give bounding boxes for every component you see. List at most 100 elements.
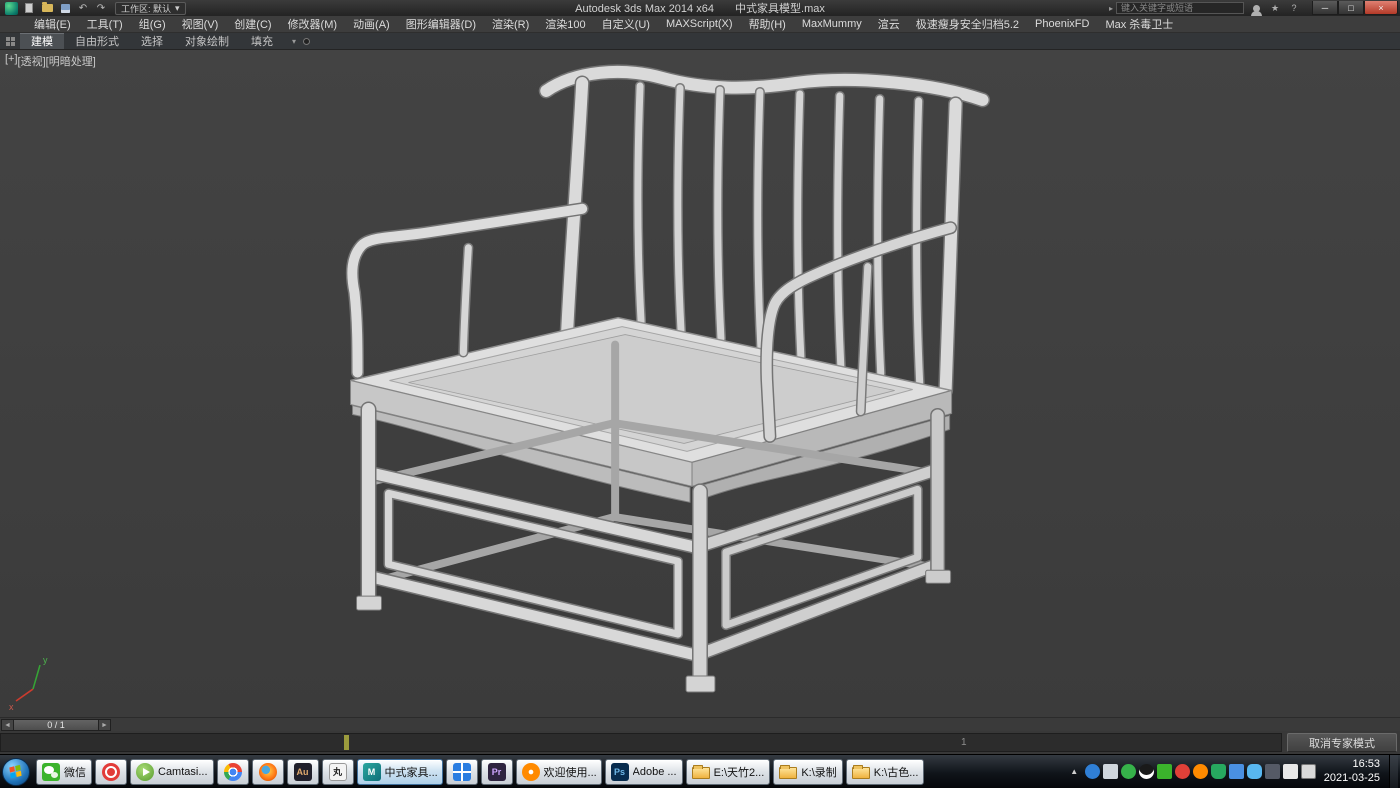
- viewport-general-menu[interactable]: [+]: [5, 53, 18, 69]
- menu-phoenixfd[interactable]: PhoenixFD: [1027, 17, 1097, 31]
- menu-graph-editors[interactable]: 图形编辑器(D): [398, 15, 484, 33]
- taskbar-folder-k2-button[interactable]: K:\古色...: [846, 759, 925, 785]
- menu-group[interactable]: 组(G): [131, 15, 174, 33]
- audition-icon: Au: [294, 763, 312, 781]
- menu-render100[interactable]: 渲染100: [537, 15, 593, 33]
- save-file-button[interactable]: [57, 2, 73, 15]
- taskbar-3dsmax-button[interactable]: M 中式家具...: [357, 759, 443, 785]
- axis-y-label: y: [43, 655, 48, 665]
- tray-icon-green[interactable]: [1121, 764, 1136, 779]
- taskbar-clock[interactable]: 16:53 2021-03-25: [1324, 758, 1380, 784]
- frame-tick-label: 1: [961, 737, 967, 748]
- menu-rendercloud[interactable]: 渲云: [870, 15, 908, 33]
- tiles-app-icon: [453, 763, 471, 781]
- taskbar-wechat-button[interactable]: 微信: [36, 759, 92, 785]
- tray-qq-icon[interactable]: [1139, 764, 1154, 779]
- time-slider[interactable]: ◄ 0 / 1 ►: [1, 719, 111, 731]
- menu-maxscript[interactable]: MAXScript(X): [658, 17, 741, 31]
- tray-icon-blue[interactable]: [1085, 764, 1100, 779]
- redo-button[interactable]: ↷: [93, 2, 109, 15]
- quick-access-toolbar: ↶ ↷: [21, 2, 109, 15]
- tray-expand-icon[interactable]: ▲: [1067, 764, 1082, 779]
- tab-populate[interactable]: 填充: [240, 33, 284, 49]
- frame-marker[interactable]: [344, 735, 349, 750]
- ribbon-config-button[interactable]: [0, 33, 20, 49]
- menu-create[interactable]: 创建(C): [226, 15, 279, 33]
- taskbar-folder-e-button[interactable]: E:\天竹2...: [686, 759, 771, 785]
- menu-modifiers[interactable]: 修改器(M): [280, 15, 346, 33]
- time-slider-row: ◄ 0 / 1 ►: [0, 717, 1400, 731]
- time-slider-thumb[interactable]: 0 / 1: [13, 720, 99, 730]
- menu-animation[interactable]: 动画(A): [345, 15, 398, 33]
- menu-customize[interactable]: 自定义(U): [594, 15, 658, 33]
- taskbar-redapp-button[interactable]: [95, 759, 127, 785]
- open-folder-icon: [42, 4, 53, 12]
- new-scene-button[interactable]: [21, 2, 37, 15]
- close-button[interactable]: ×: [1364, 1, 1398, 15]
- taskbar-welcome-button[interactable]: 欢迎使用...: [516, 759, 602, 785]
- tray-icon-white[interactable]: [1283, 764, 1298, 779]
- firefox-icon: [259, 763, 277, 781]
- tab-freeform[interactable]: 自由形式: [64, 33, 130, 49]
- menu-edit[interactable]: 编辑(E): [26, 15, 79, 33]
- menu-rendering[interactable]: 渲染(R): [484, 15, 537, 33]
- menu-maxmummy[interactable]: MaxMummy: [794, 17, 870, 31]
- tray-icon-red[interactable]: [1175, 764, 1190, 779]
- chair-model[interactable]: [351, 72, 983, 692]
- premiere-icon: Pr: [488, 763, 506, 781]
- tab-modeling[interactable]: 建模: [20, 33, 64, 49]
- viewport-pov-menu[interactable]: [透视]: [18, 53, 46, 69]
- axis-gizmo: x y: [9, 655, 48, 712]
- viewport-canvas[interactable]: x y: [0, 50, 1400, 717]
- taskbar-xiaowan-button[interactable]: 丸: [322, 759, 354, 785]
- tray-volume-icon[interactable]: [1103, 764, 1118, 779]
- menu-archive-plugin[interactable]: 极速瘦身安全归档5.2: [908, 15, 1027, 33]
- previous-frame-button[interactable]: ◄: [2, 720, 13, 730]
- search-input[interactable]: [1116, 2, 1244, 14]
- tray-wechat-icon[interactable]: [1157, 764, 1172, 779]
- photoshop-icon: Ps: [611, 763, 629, 781]
- favorites-button[interactable]: ★: [1268, 2, 1282, 14]
- open-file-button[interactable]: [39, 2, 55, 15]
- taskbar-button-label: E:\天竹2...: [714, 764, 765, 780]
- ribbon-dot-icon[interactable]: [303, 38, 310, 45]
- tray-sunflower-icon[interactable]: [1193, 764, 1208, 779]
- menu-antivirus[interactable]: Max 杀毒卫士: [1097, 15, 1181, 33]
- ribbon-minimize-button[interactable]: ▾: [292, 37, 296, 46]
- redo-icon: ↷: [97, 3, 105, 14]
- taskbar-tiles-button[interactable]: [446, 759, 478, 785]
- max-app-logo-icon[interactable]: [5, 2, 18, 15]
- help-button[interactable]: ?: [1287, 2, 1301, 14]
- minimize-button[interactable]: ─: [1312, 1, 1338, 15]
- taskbar-folder-k1-button[interactable]: K:\录制: [773, 759, 842, 785]
- tab-object-paint[interactable]: 对象绘制: [174, 33, 240, 49]
- start-button[interactable]: [2, 758, 30, 786]
- taskbar-premiere-button[interactable]: Pr: [481, 759, 513, 785]
- taskbar-camtasia-button[interactable]: Camtasi...: [130, 759, 214, 785]
- tab-selection[interactable]: 选择: [130, 33, 174, 49]
- ribbon-bar: 建模 自由形式 选择 对象绘制 填充 ▾: [0, 33, 1400, 49]
- 3dsmax-icon: M: [363, 763, 381, 781]
- taskbar-photoshop-button[interactable]: Ps Adobe ...: [605, 759, 683, 785]
- menu-views[interactable]: 视图(V): [174, 15, 227, 33]
- maximize-button[interactable]: □: [1338, 1, 1364, 15]
- tray-netdisk-icon[interactable]: [1229, 764, 1244, 779]
- tray-360-shield-icon[interactable]: [1211, 764, 1226, 779]
- menu-help[interactable]: 帮助(H): [741, 15, 794, 33]
- menu-tools[interactable]: 工具(T): [79, 15, 131, 33]
- taskbar-chrome-button[interactable]: [217, 759, 249, 785]
- perspective-viewport[interactable]: [+] [透视] [明暗处理]: [0, 49, 1400, 717]
- tray-cloud-icon[interactable]: [1247, 764, 1262, 779]
- next-frame-button[interactable]: ►: [99, 720, 110, 730]
- workspace-selector[interactable]: 工作区: 默认 ▾: [115, 2, 186, 15]
- taskbar-firefox-button[interactable]: [252, 759, 284, 785]
- tray-icon-dark[interactable]: [1265, 764, 1280, 779]
- undo-button[interactable]: ↶: [75, 2, 91, 15]
- taskbar-audition-button[interactable]: Au: [287, 759, 319, 785]
- tray-network-icon[interactable]: [1301, 764, 1316, 779]
- track-bar[interactable]: 1: [0, 733, 1282, 752]
- sign-in-button[interactable]: [1249, 2, 1263, 14]
- cancel-expert-mode-button[interactable]: 取消专家模式: [1287, 733, 1397, 752]
- viewport-shading-menu[interactable]: [明暗处理]: [46, 53, 96, 69]
- show-desktop-button[interactable]: [1389, 755, 1398, 788]
